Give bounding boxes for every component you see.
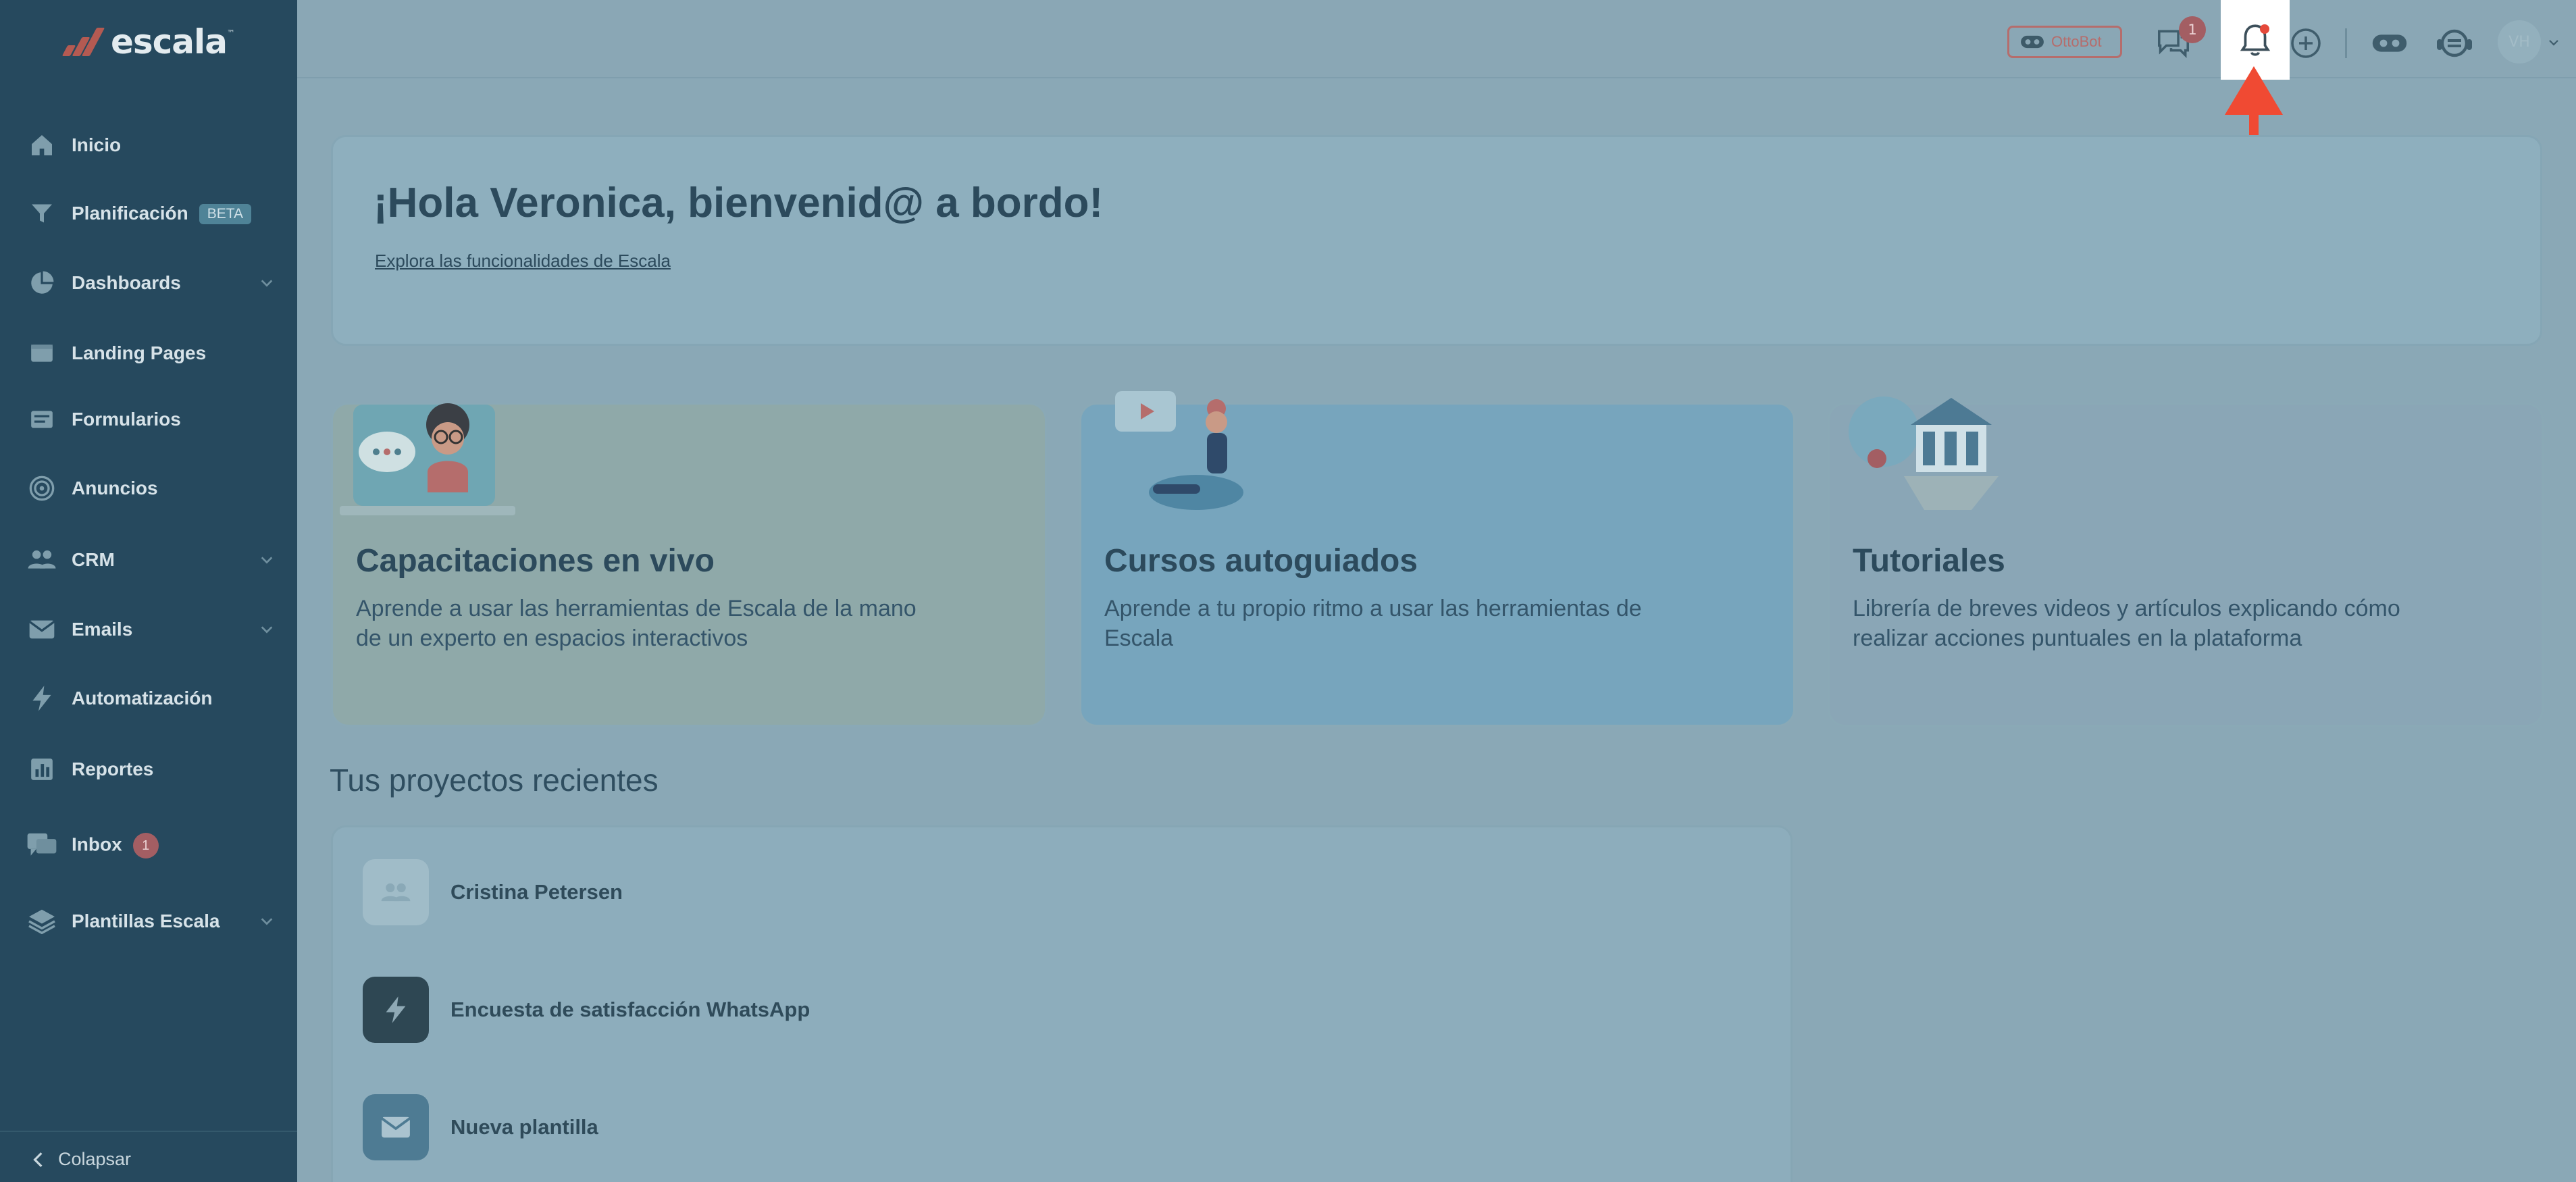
- bar-chart-icon: [26, 753, 58, 786]
- support-headset-icon: [2437, 29, 2472, 57]
- sidebar-item-landing-pages[interactable]: Landing Pages: [0, 330, 297, 377]
- chevron-down-icon: [261, 280, 273, 287]
- games-button[interactable]: [2371, 24, 2408, 62]
- recent-project-item[interactable]: Cristina Petersen: [363, 858, 623, 926]
- sidebar-item-emails[interactable]: Emails: [0, 606, 297, 653]
- card-cursos-autoguiados[interactable]: Cursos autoguiados Aprende a tu propio r…: [1079, 391, 1795, 727]
- add-button[interactable]: [2287, 24, 2325, 62]
- sidebar-item-inbox[interactable]: Inbox 1: [0, 822, 297, 869]
- notification-dot: [2260, 24, 2269, 34]
- explore-features-link[interactable]: Explora las funcionalidades de Escala: [375, 251, 671, 272]
- header-separator: [2345, 28, 2347, 58]
- chevron-down-icon[interactable]: [2548, 36, 2560, 49]
- target-icon: [26, 472, 58, 505]
- beta-badge: BETA: [199, 204, 252, 225]
- inbox-count-badge: 1: [132, 833, 159, 858]
- support-button[interactable]: [2436, 24, 2473, 62]
- card-tutoriales[interactable]: Tutoriales Librería de breves videos y a…: [1828, 396, 2544, 727]
- logo-text: escala: [111, 22, 228, 61]
- ottobot-button[interactable]: OttoBot: [2007, 26, 2122, 58]
- mail-icon: [26, 613, 58, 646]
- live-training-illustration: [340, 403, 515, 515]
- chevron-down-icon: [261, 557, 273, 564]
- landing-page-icon: [26, 337, 58, 369]
- recent-projects-list: Cristina Petersen Encuesta de satisfacci…: [331, 825, 1793, 1182]
- home-icon: [26, 129, 58, 161]
- collapse-button[interactable]: Colapsar: [30, 1149, 131, 1170]
- sidebar-item-reportes[interactable]: Reportes: [0, 746, 297, 793]
- welcome-card: ¡Hola Veronica, bienvenid@ a bordo! Expl…: [331, 135, 2542, 346]
- sidebar: escala ™ Inicio Planificación BETA Dashbo…: [0, 0, 297, 1182]
- logo-mark-icon: [59, 25, 107, 59]
- people-icon: [363, 859, 429, 925]
- layers-icon: [26, 905, 58, 937]
- pie-chart-icon: [26, 267, 58, 299]
- recent-project-item[interactable]: Nueva plantilla: [363, 1094, 598, 1161]
- funnel-icon: [26, 197, 58, 230]
- welcome-title: ¡Hola Veronica, bienvenid@ a bordo!: [373, 180, 1104, 226]
- lightning-icon: [363, 977, 429, 1043]
- sidebar-divider: [0, 1131, 297, 1132]
- sidebar-item-dashboards[interactable]: Dashboards: [0, 259, 297, 307]
- chevron-down-icon: [261, 626, 273, 634]
- escala-logo[interactable]: escala ™: [59, 20, 235, 63]
- sidebar-item-formularios[interactable]: Formularios: [0, 396, 297, 443]
- gamepad-icon: [2372, 34, 2407, 52]
- plus-circle-icon: [2291, 28, 2321, 58]
- chat-icon: [26, 829, 58, 862]
- sidebar-item-anuncios[interactable]: Anuncios: [0, 465, 297, 512]
- sidebar-item-automatizacion[interactable]: Automatización: [0, 675, 297, 722]
- user-avatar[interactable]: VH: [2498, 20, 2541, 63]
- sidebar-item-inicio[interactable]: Inicio: [0, 122, 297, 169]
- tutorials-illustration: [1849, 396, 1999, 510]
- chevron-down-icon: [261, 918, 273, 925]
- card-capacitaciones[interactable]: Capacitaciones en vivo Aprende a usar la…: [331, 403, 1047, 727]
- chat-count-badge: 1: [2179, 16, 2206, 43]
- sidebar-item-plantillas-escala[interactable]: Plantillas Escala: [0, 898, 297, 945]
- ottobot-icon: [2021, 35, 2044, 49]
- recent-project-item[interactable]: Encuesta de satisfacción WhatsApp: [363, 976, 810, 1044]
- chevron-left-icon: [33, 1152, 43, 1167]
- form-icon: [26, 403, 58, 436]
- lightning-icon: [26, 682, 58, 715]
- sidebar-item-planificacion[interactable]: Planificación BETA: [0, 190, 297, 237]
- recent-projects-title: Tus proyectos recientes: [330, 763, 659, 798]
- self-paced-course-illustration: [1115, 391, 1243, 510]
- sidebar-item-crm[interactable]: CRM: [0, 536, 297, 584]
- people-icon: [26, 544, 58, 576]
- mail-icon: [363, 1094, 429, 1160]
